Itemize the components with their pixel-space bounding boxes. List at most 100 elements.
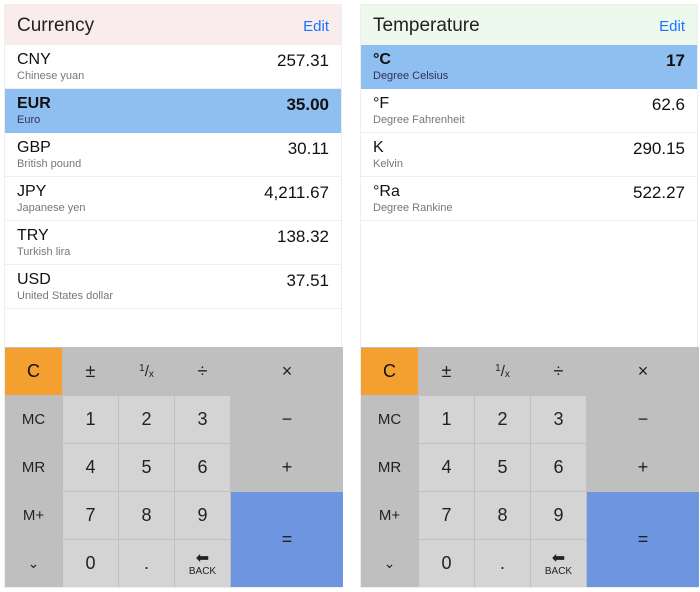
key-8[interactable]: 8	[474, 491, 530, 539]
key-divide[interactable]: ÷	[174, 347, 230, 395]
row-name: Japanese yen	[17, 202, 86, 214]
list-item[interactable]: °FDegree Fahrenheit 62.6	[361, 89, 697, 133]
key-mr[interactable]: MR	[5, 443, 62, 491]
key-mr[interactable]: MR	[361, 443, 418, 491]
key-equals[interactable]: =	[230, 491, 343, 587]
key-0[interactable]: 0	[418, 539, 474, 587]
row-value: 138.32	[277, 227, 329, 247]
list-item[interactable]: °CDegree Celsius 17	[361, 45, 697, 89]
row-value: 35.00	[286, 95, 329, 115]
row-code: °Ra	[373, 183, 453, 201]
key-equals[interactable]: =	[586, 491, 699, 587]
back-arrow-icon: ⬅	[196, 551, 209, 567]
key-7[interactable]: 7	[418, 491, 474, 539]
row-value: 30.11	[288, 139, 329, 159]
key-4[interactable]: 4	[62, 443, 118, 491]
keypad: C ± 1/x ÷ × MC 1 2 3 − MR 4 5 6 + M+ 7 8…	[361, 347, 697, 587]
key-3[interactable]: 3	[530, 395, 586, 443]
key-1[interactable]: 1	[62, 395, 118, 443]
key-9[interactable]: 9	[174, 491, 230, 539]
currency-panel: Currency Edit CNYChinese yuan 257.31 EUR…	[4, 4, 342, 588]
key-plusminus[interactable]: ±	[418, 347, 474, 395]
key-mc[interactable]: MC	[5, 395, 62, 443]
key-plusminus[interactable]: ±	[62, 347, 118, 395]
key-4[interactable]: 4	[418, 443, 474, 491]
key-backspace[interactable]: ⬅BACK	[174, 539, 230, 587]
row-name: Euro	[17, 114, 51, 126]
list-item[interactable]: JPYJapanese yen 4,211.67	[5, 177, 341, 221]
row-code: GBP	[17, 139, 81, 157]
key-backspace[interactable]: ⬅BACK	[530, 539, 586, 587]
row-name: United States dollar	[17, 290, 113, 302]
back-arrow-icon: ⬅	[552, 551, 565, 567]
key-2[interactable]: 2	[474, 395, 530, 443]
list-item[interactable]: KKelvin 290.15	[361, 133, 697, 177]
currency-list: CNYChinese yuan 257.31 EUREuro 35.00 GBP…	[5, 45, 341, 347]
key-reciprocal[interactable]: 1/x	[474, 347, 530, 395]
row-name: Degree Rankine	[373, 202, 453, 214]
key-clear[interactable]: C	[5, 347, 62, 395]
keypad: C ± 1/x ÷ × MC 1 2 3 − MR 4 5 6 + M+ 7 8…	[5, 347, 341, 587]
key-more[interactable]: ⌄	[361, 539, 418, 587]
panel-title: Temperature	[373, 15, 480, 37]
key-dot[interactable]: .	[474, 539, 530, 587]
row-value: 522.27	[633, 183, 685, 203]
row-value: 290.15	[633, 139, 685, 159]
key-more[interactable]: ⌄	[5, 539, 62, 587]
row-code: USD	[17, 271, 113, 289]
row-value: 4,211.67	[264, 183, 329, 203]
row-name: Chinese yuan	[17, 70, 84, 82]
list-item[interactable]: GBPBritish pound 30.11	[5, 133, 341, 177]
key-clear[interactable]: C	[361, 347, 418, 395]
key-minus[interactable]: −	[586, 395, 699, 443]
key-plus[interactable]: +	[586, 443, 699, 491]
key-9[interactable]: 9	[530, 491, 586, 539]
row-value: 17	[666, 51, 685, 71]
edit-button[interactable]: Edit	[659, 18, 685, 35]
key-1[interactable]: 1	[418, 395, 474, 443]
row-code: JPY	[17, 183, 86, 201]
panel-title: Currency	[17, 15, 94, 37]
key-8[interactable]: 8	[118, 491, 174, 539]
edit-button[interactable]: Edit	[303, 18, 329, 35]
key-0[interactable]: 0	[62, 539, 118, 587]
key-divide[interactable]: ÷	[530, 347, 586, 395]
panel-header: Temperature Edit	[361, 5, 697, 45]
key-multiply[interactable]: ×	[230, 347, 343, 395]
row-code: °C	[373, 51, 448, 69]
row-value: 37.51	[286, 271, 329, 291]
key-5[interactable]: 5	[118, 443, 174, 491]
row-code: EUR	[17, 95, 51, 113]
row-code: TRY	[17, 227, 70, 245]
key-5[interactable]: 5	[474, 443, 530, 491]
key-dot[interactable]: .	[118, 539, 174, 587]
key-plus[interactable]: +	[230, 443, 343, 491]
row-code: °F	[373, 95, 465, 113]
list-item[interactable]: TRYTurkish lira 138.32	[5, 221, 341, 265]
key-reciprocal[interactable]: 1/x	[118, 347, 174, 395]
key-mc[interactable]: MC	[361, 395, 418, 443]
list-item[interactable]: CNYChinese yuan 257.31	[5, 45, 341, 89]
key-6[interactable]: 6	[530, 443, 586, 491]
key-3[interactable]: 3	[174, 395, 230, 443]
row-name: Degree Celsius	[373, 70, 448, 82]
key-minus[interactable]: −	[230, 395, 343, 443]
row-name: Degree Fahrenheit	[373, 114, 465, 126]
key-mplus[interactable]: M+	[5, 491, 62, 539]
key-7[interactable]: 7	[62, 491, 118, 539]
temperature-list: °CDegree Celsius 17 °FDegree Fahrenheit …	[361, 45, 697, 347]
row-code: K	[373, 139, 403, 157]
row-code: CNY	[17, 51, 84, 69]
row-name: British pound	[17, 158, 81, 170]
list-item[interactable]: USDUnited States dollar 37.51	[5, 265, 341, 309]
key-mplus[interactable]: M+	[361, 491, 418, 539]
key-multiply[interactable]: ×	[586, 347, 699, 395]
temperature-panel: Temperature Edit °CDegree Celsius 17 °FD…	[360, 4, 698, 588]
row-value: 62.6	[652, 95, 685, 115]
key-6[interactable]: 6	[174, 443, 230, 491]
row-name: Turkish lira	[17, 246, 70, 258]
row-name: Kelvin	[373, 158, 403, 170]
key-2[interactable]: 2	[118, 395, 174, 443]
list-item[interactable]: °RaDegree Rankine 522.27	[361, 177, 697, 221]
list-item[interactable]: EUREuro 35.00	[5, 89, 341, 133]
